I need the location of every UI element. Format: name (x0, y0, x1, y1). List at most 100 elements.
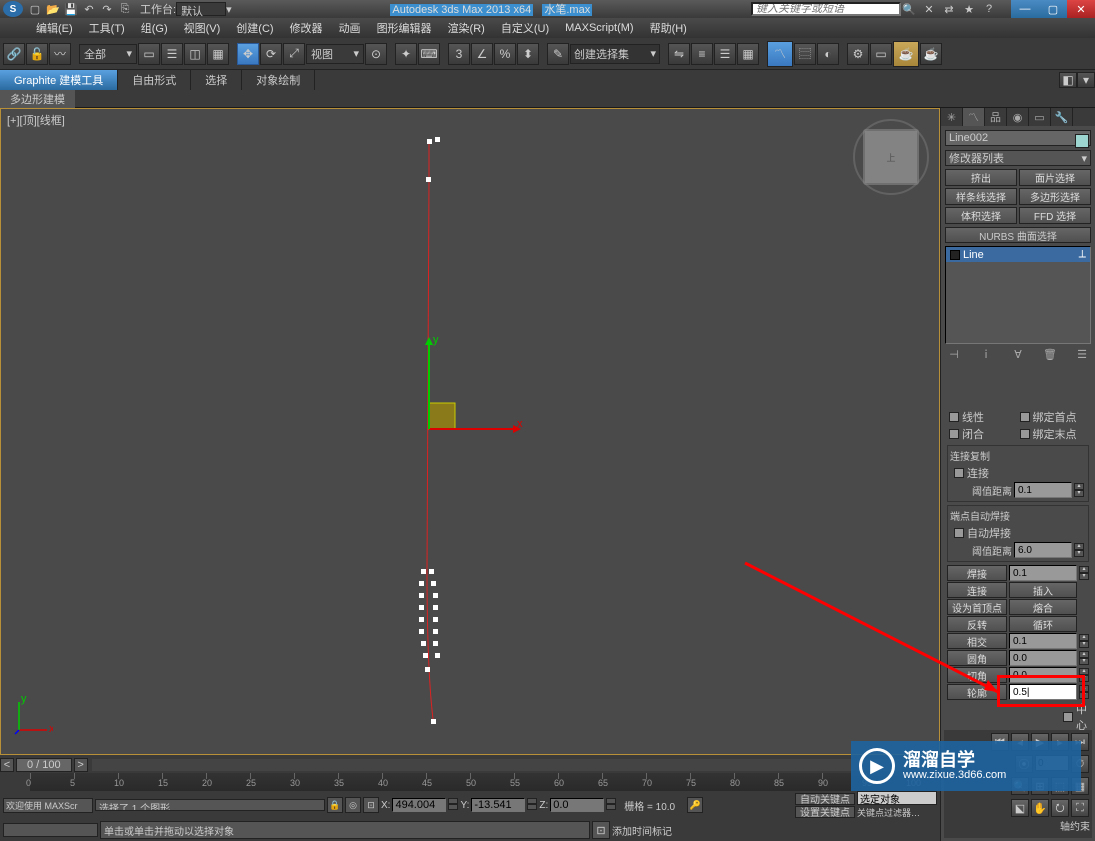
ribbon-opt1-icon[interactable]: ◧ (1059, 72, 1077, 88)
spinner-up-icon[interactable]: ▴ (1074, 483, 1084, 490)
nav-orbit-icon[interactable]: ⭮ (1051, 799, 1069, 817)
nav-time-config-icon[interactable]: ⏱ (1071, 755, 1089, 773)
infocenter-search-icon[interactable]: 🔍 (901, 2, 917, 16)
qat-open-icon[interactable]: 📂 (44, 1, 62, 17)
panel-tab-motion-icon[interactable]: ◉ (1007, 108, 1029, 126)
time-slider[interactable]: < 0 / 100 > (0, 757, 940, 773)
ribbon-tab-freeform[interactable]: 自由形式 (118, 70, 191, 90)
keyboard-shortcut-icon[interactable]: ⌨ (418, 43, 440, 65)
menu-group[interactable]: 组(G) (133, 18, 176, 38)
ribbon-tab-selection[interactable]: 选择 (191, 70, 242, 90)
menu-grapheditors[interactable]: 图形编辑器 (369, 18, 440, 38)
stack-showend-icon[interactable]: ⅰ (979, 347, 993, 361)
stack-unique-icon[interactable]: ∀ (1011, 347, 1025, 361)
object-color-swatch[interactable] (1075, 134, 1089, 148)
rp-btn-extrude[interactable]: 挤出 (945, 169, 1017, 186)
window-maximize-button[interactable]: ▢ (1039, 0, 1067, 18)
nav-prev-frame-icon[interactable]: ◂ (1011, 733, 1029, 751)
nav-zoom-all-icon[interactable]: ⊞ (1031, 777, 1049, 795)
percent-snap-icon[interactable]: % (494, 43, 516, 65)
btn-chamfer[interactable]: 切角 (947, 667, 1007, 683)
nav-fov-icon[interactable]: ⬕ (1011, 799, 1029, 817)
schematic-view-icon[interactable]: ⿳ (794, 43, 816, 65)
autokey-button[interactable]: 自动关键点 (795, 793, 855, 805)
rp-btn-ffdsel[interactable]: FFD 选择 (1019, 207, 1091, 224)
stack-expand-icon[interactable] (950, 250, 960, 260)
cb-closed[interactable] (949, 429, 959, 439)
spinner-down-icon[interactable]: ▾ (1074, 490, 1084, 497)
select-object-icon[interactable]: ▭ (138, 43, 160, 65)
time-tag-button[interactable]: 添加时间标记 (612, 823, 672, 838)
rp-btn-volsel[interactable]: 体积选择 (945, 207, 1017, 224)
chamfer-value-input[interactable]: 0.0 (1009, 667, 1077, 683)
refcoord-select[interactable]: 视图 (306, 44, 364, 64)
app-menu-icon[interactable]: S (3, 1, 23, 17)
unlink-icon[interactable]: 🔓 (26, 43, 48, 65)
menu-edit[interactable]: 编辑(E) (28, 18, 81, 38)
threshold-input[interactable]: 0.1 (1014, 482, 1072, 498)
nav-zoom-icon[interactable]: 🔍 (1011, 777, 1029, 795)
key-filters-button[interactable]: 关键点过滤器… (857, 806, 937, 819)
key-mode-icon[interactable]: 🔑 (687, 797, 703, 813)
window-crossing-icon[interactable]: ▦ (207, 43, 229, 65)
track-bar[interactable]: 0510152025303540455055606570758085909510… (0, 773, 940, 791)
workspace-select[interactable]: 默认 (176, 2, 226, 16)
cb-connect[interactable] (954, 468, 964, 478)
nav-maximize-icon[interactable]: ⛶ (1071, 799, 1089, 817)
btn-reverse[interactable]: 反转 (947, 616, 1007, 632)
stack-remove-icon[interactable]: 🗑 (1043, 347, 1057, 361)
align-icon[interactable]: ≡ (691, 43, 713, 65)
rp-btn-polysel[interactable]: 多边形选择 (1019, 188, 1091, 205)
angle-snap-icon[interactable]: ∠ (471, 43, 493, 65)
menu-maxscript[interactable]: MAXScript(M) (557, 20, 641, 36)
rp-btn-nurbs[interactable]: NURBS 曲面选择 (945, 227, 1091, 243)
panel-tab-utilities-icon[interactable]: 🔧 (1051, 108, 1073, 126)
btn-insert[interactable]: 插入 (1009, 582, 1077, 598)
qat-undo-icon[interactable]: ↶ (80, 1, 98, 17)
nav-goto-end-icon[interactable]: ⏭ (1071, 733, 1089, 751)
rendered-frame-icon[interactable]: ▭ (870, 43, 892, 65)
spinner-up-icon[interactable]: ▴ (1074, 543, 1084, 550)
modifier-stack[interactable]: Line ⟂ (945, 246, 1091, 344)
infocenter-favorite-icon[interactable]: ★ (961, 2, 977, 16)
qat-link-icon[interactable]: ⎘ (116, 1, 134, 17)
menu-animation[interactable]: 动画 (331, 18, 369, 38)
stack-config-icon[interactable]: ☰ (1075, 347, 1089, 361)
render-iterative-icon[interactable]: ☕ (920, 43, 942, 65)
menu-tools[interactable]: 工具(T) (81, 18, 133, 38)
cb-bindfirst[interactable] (1020, 412, 1030, 422)
minilistener[interactable] (3, 823, 98, 837)
select-by-name-icon[interactable]: ☰ (161, 43, 183, 65)
cb-autoweld[interactable] (954, 528, 964, 538)
menu-create[interactable]: 创建(C) (228, 18, 281, 38)
weld-value-input[interactable]: 0.1 (1009, 565, 1077, 581)
nav-next-frame-icon[interactable]: ▸ (1051, 733, 1069, 751)
nav-play-icon[interactable]: ▶ (1031, 733, 1049, 751)
nav-goto-start-icon[interactable]: ⏮ (991, 733, 1009, 751)
curve-editor-icon[interactable]: 〽 (767, 41, 793, 67)
window-close-button[interactable]: ✕ (1067, 0, 1095, 18)
btn-fillet[interactable]: 圆角 (947, 650, 1007, 666)
panel-tab-modify-icon[interactable]: 〽 (963, 108, 985, 126)
lock-selection-icon[interactable]: 🔒 (327, 797, 343, 813)
cb-bindlast[interactable] (1020, 429, 1030, 439)
menu-views[interactable]: 视图(V) (176, 18, 229, 38)
manipulate-icon[interactable]: ✦ (395, 43, 417, 65)
select-region-icon[interactable]: ◫ (184, 43, 206, 65)
material-editor-icon[interactable]: ◐ (817, 43, 839, 65)
cross-value-input[interactable]: 0.1 (1009, 633, 1077, 649)
nav-zoom-extents-icon[interactable]: ⬚ (1051, 777, 1069, 795)
fillet-value-input[interactable]: 0.0 (1009, 650, 1077, 666)
menu-rendering[interactable]: 渲染(R) (440, 18, 493, 38)
btn-connect2[interactable]: 连接 (947, 582, 1007, 598)
modifier-list-select[interactable]: 修改器列表 (945, 150, 1091, 166)
ribbon-opt2-icon[interactable]: ▾ (1077, 72, 1095, 88)
select-move-icon[interactable]: ✥ (237, 43, 259, 65)
qat-save-icon[interactable]: 💾 (62, 1, 80, 17)
ribbon-tab-graphite[interactable]: Graphite 建模工具 (0, 70, 118, 90)
viewcube[interactable]: 上 (863, 129, 919, 185)
btn-outline[interactable]: 轮廓 (947, 684, 1007, 700)
setkey-button[interactable]: 设置关键点 (795, 806, 855, 818)
nav-zoom-extents-all-icon[interactable]: ▦ (1071, 777, 1089, 795)
viewport[interactable]: [+][顶][线框] 上 x y x y (0, 108, 940, 755)
